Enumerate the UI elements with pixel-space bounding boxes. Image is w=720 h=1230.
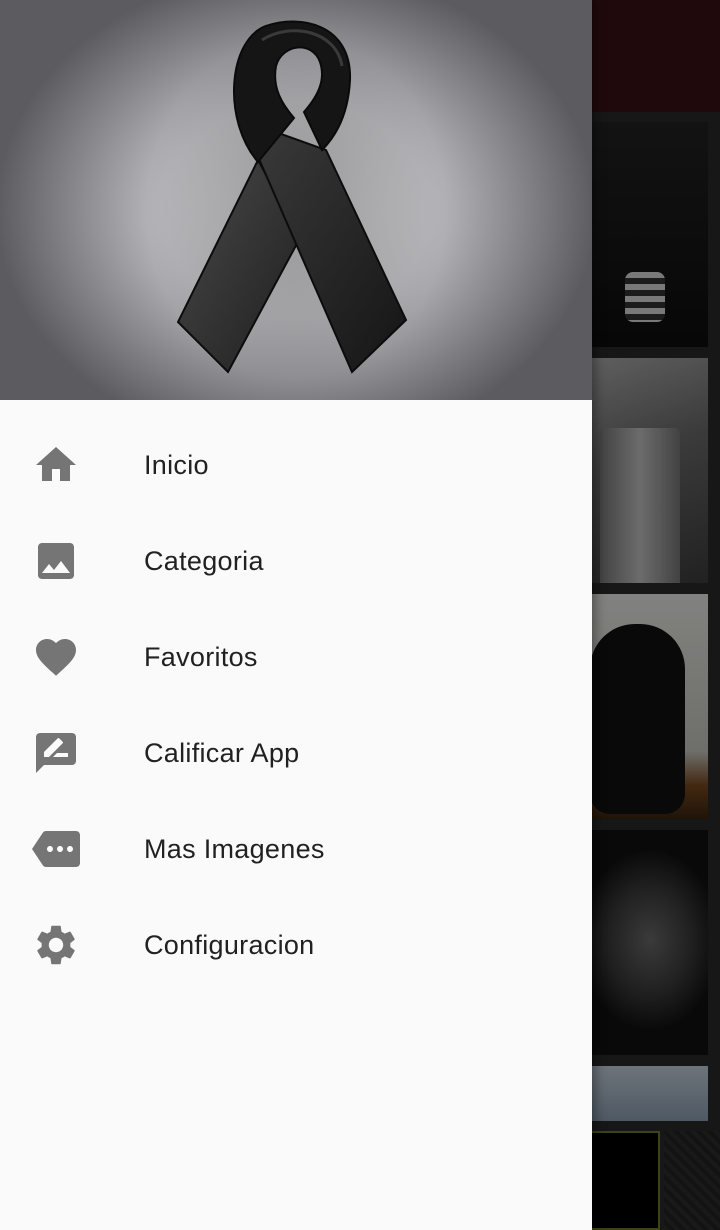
menu-item-label: Categoria — [144, 545, 264, 576]
black-ribbon-image — [146, 20, 446, 380]
menu-item-label: Calificar App — [144, 737, 300, 768]
rate-review-icon — [32, 729, 80, 777]
menu-item-calificar-app[interactable]: Calificar App — [0, 705, 592, 801]
menu-item-label: Favoritos — [144, 641, 258, 672]
drawer-header-image — [0, 0, 592, 400]
menu-item-label: Mas Imagenes — [144, 833, 325, 864]
menu-item-favoritos[interactable]: Favoritos — [0, 609, 592, 705]
drawer-menu: Inicio Categoria Favoritos Calificar App — [0, 400, 592, 993]
menu-item-categoria[interactable]: Categoria — [0, 513, 592, 609]
image-icon — [32, 537, 80, 585]
home-icon — [32, 441, 80, 489]
menu-item-mas-imagenes[interactable]: Mas Imagenes — [0, 801, 592, 897]
more-icon — [32, 825, 80, 873]
menu-item-label: Inicio — [144, 449, 209, 480]
navigation-drawer: Inicio Categoria Favoritos Calificar App — [0, 0, 592, 1230]
heart-icon — [32, 633, 80, 681]
menu-item-configuracion[interactable]: Configuracion — [0, 897, 592, 993]
screen: Inicio Categoria Favoritos Calificar App — [0, 0, 720, 1230]
menu-item-label: Configuracion — [144, 929, 315, 960]
menu-item-inicio[interactable]: Inicio — [0, 417, 592, 513]
settings-icon — [32, 921, 80, 969]
